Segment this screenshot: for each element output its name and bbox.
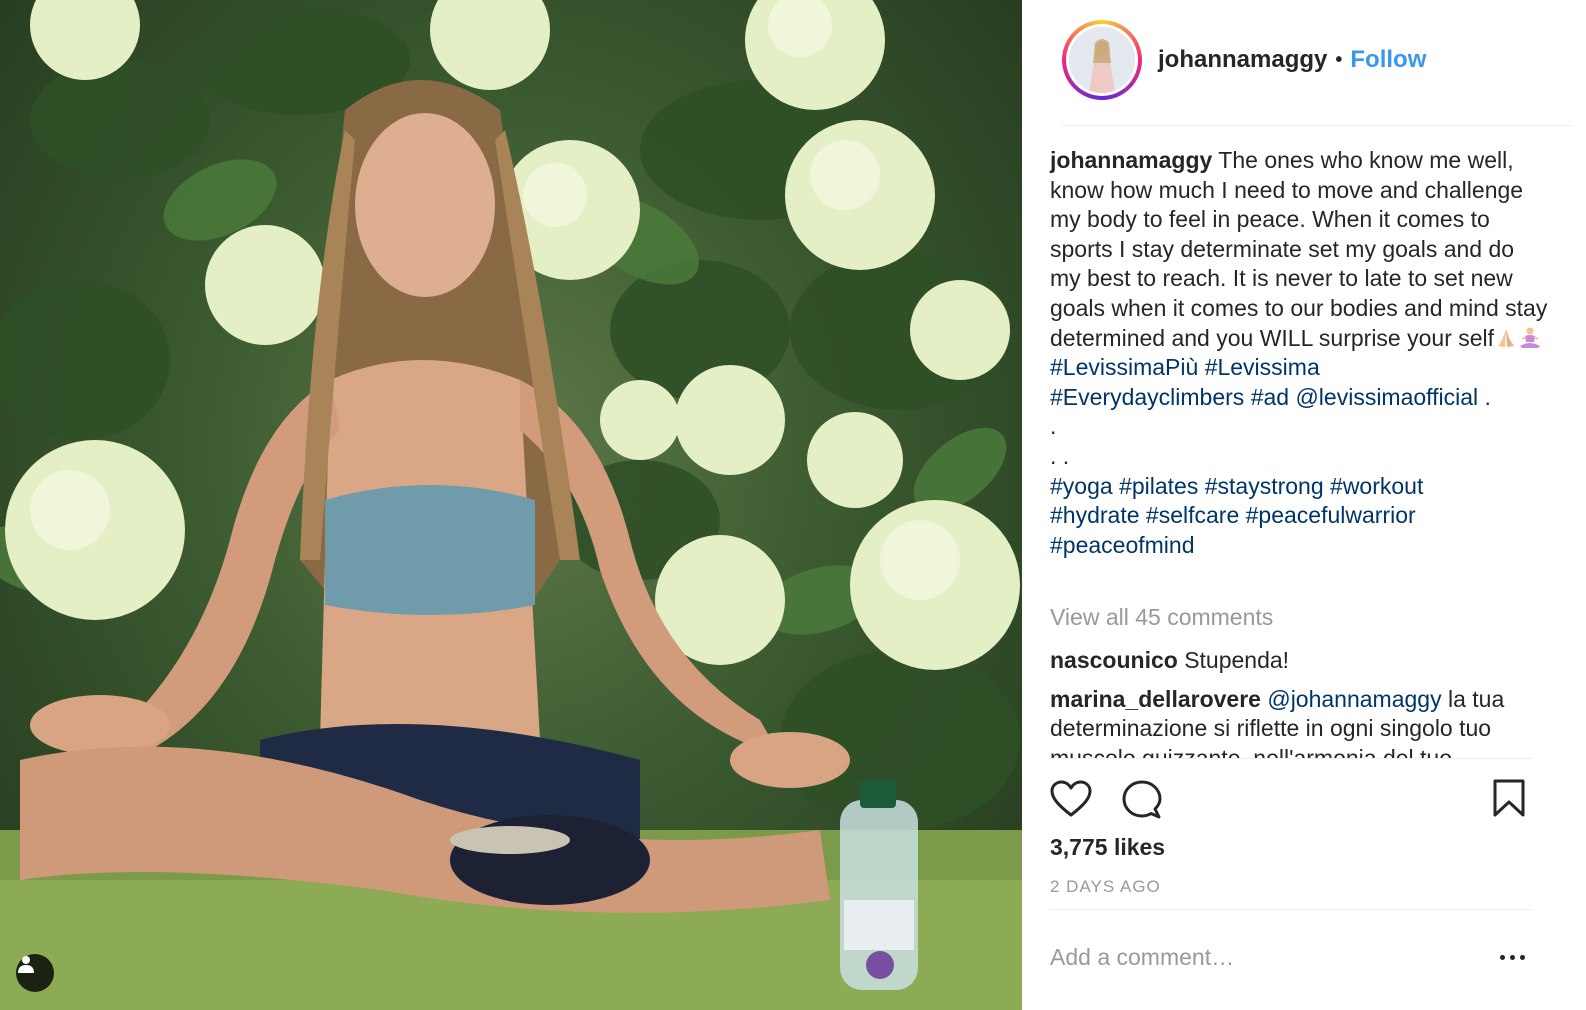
mention-link[interactable]: @levissimaofficial [1295,384,1478,410]
bookmark-icon[interactable] [1492,778,1526,818]
folded-hands-emoji [1498,328,1515,347]
avatar-image [1069,27,1135,93]
comment-item: marina_dellarovere @johannamaggy la tua … [1050,685,1550,758]
header-separator: • [1335,48,1343,71]
header-text: johannamaggy • Follow [1158,46,1426,74]
view-all-comments-link[interactable]: View all 45 comments [1050,604,1273,631]
post-photo[interactable] [0,0,1022,1010]
tagged-people-button[interactable] [16,954,54,992]
caption-dot-line: . [1050,413,1057,440]
follow-button[interactable]: Follow [1350,46,1426,74]
comments-list: nascounico Stupenda! marina_dellarovere … [1050,646,1550,758]
hashtag-link[interactable]: #pilates [1119,473,1198,499]
comment-username[interactable]: nascounico [1050,647,1178,673]
more-dot [1519,954,1525,960]
post-side-panel: johannamaggy • Follow johannamaggy The o… [1022,0,1586,1010]
more-options-icon[interactable] [1492,942,1532,972]
hashtag-link[interactable]: #peaceofmind [1050,532,1195,558]
story-ring[interactable] [1062,20,1142,100]
caption-trailing-dot: . [1484,383,1491,410]
more-dot [1499,954,1505,960]
hashtag-link[interactable]: #workout [1330,473,1423,499]
caption-text: The ones who know me well, know how much… [1050,147,1548,351]
post-header: johannamaggy • Follow [1062,20,1572,126]
post-timestamp[interactable]: 2 DAYS AGO [1050,877,1161,897]
hashtag-link[interactable]: #yoga [1050,473,1113,499]
caption-username[interactable]: johannamaggy [1050,147,1212,173]
hashtag-link[interactable]: #peacefulwarrior [1246,502,1416,528]
mention-link[interactable]: @johannamaggy [1267,686,1441,712]
person-tag-icon [18,956,34,973]
avatar[interactable] [1069,27,1135,93]
header-username[interactable]: johannamaggy [1158,46,1327,74]
add-comment-input[interactable] [1050,934,1470,980]
hashtag-link[interactable]: #staystrong [1205,473,1324,499]
actions-divider [1050,758,1532,759]
caption-dot-line: . . [1050,442,1070,469]
post-photo-illustration [0,0,1022,1010]
hashtag-link[interactable]: #LevissimaPiù [1050,354,1198,380]
comment-box-divider [1050,909,1532,910]
person-in-lotus-position-emoji [1520,327,1541,348]
hashtag-link[interactable]: #Levissima [1205,354,1320,380]
hashtag-link[interactable]: #ad [1251,384,1289,410]
likes-count[interactable]: 3,775 likes [1050,834,1165,861]
hashtag-link[interactable]: #Everydayclimbers [1050,384,1244,410]
comment-text: Stupenda! [1184,647,1290,673]
hashtag-link[interactable]: #selfcare [1146,502,1239,528]
hashtag-link[interactable]: #hydrate [1050,502,1140,528]
post-caption: johannamaggy The ones who know me well, … [1050,146,1550,560]
comment-bubble-icon[interactable] [1122,780,1162,820]
heart-icon[interactable] [1050,780,1092,818]
comment-item: nascounico Stupenda! [1050,646,1550,676]
more-dot [1509,954,1515,960]
comment-username[interactable]: marina_dellarovere [1050,686,1261,712]
